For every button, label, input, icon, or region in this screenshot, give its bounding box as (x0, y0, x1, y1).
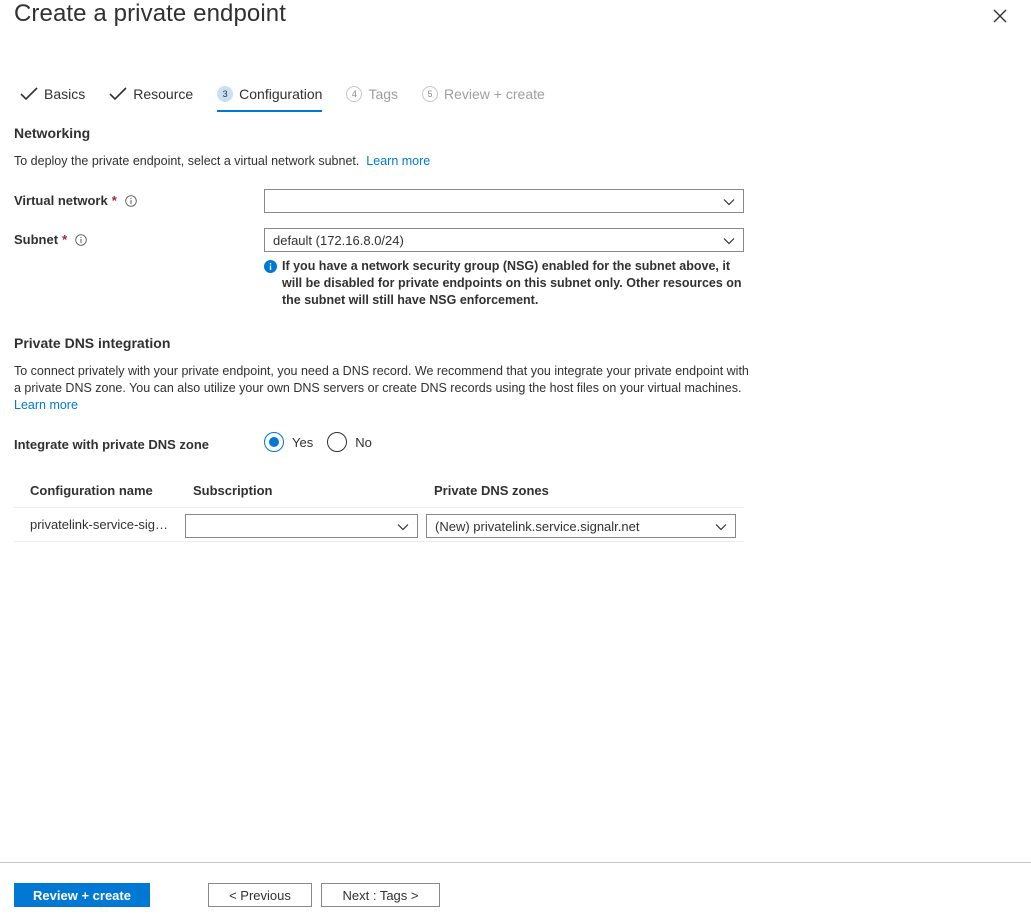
networking-heading: Networking (14, 125, 91, 141)
previous-button[interactable]: < Previous (208, 883, 312, 907)
step-number: 3 (217, 86, 234, 102)
column-header-configuration-name: Configuration name (30, 483, 153, 498)
subscription-dropdown[interactable] (185, 514, 418, 538)
info-filled-icon (264, 260, 277, 273)
dns-description: To connect privately with your private e… (14, 363, 749, 414)
radio-no[interactable]: No (327, 432, 372, 452)
grid-divider (14, 541, 744, 542)
networking-description-text: To deploy the private endpoint, select a… (14, 154, 360, 168)
chevron-down-icon (723, 199, 735, 206)
networking-description: To deploy the private endpoint, select a… (14, 153, 430, 170)
tab-review-create[interactable]: 5 Review + create (422, 82, 545, 106)
info-icon[interactable] (75, 233, 87, 246)
dns-learn-more-link[interactable]: Learn more (14, 398, 78, 412)
integrate-dns-label: Integrate with private DNS zone (14, 437, 210, 452)
tab-label: Configuration (239, 86, 323, 102)
step-number: 4 (346, 86, 363, 102)
tab-tags[interactable]: 4 Tags (346, 82, 398, 106)
networking-learn-more-link[interactable]: Learn more (366, 154, 430, 168)
radio-label: No (355, 434, 372, 450)
review-create-button[interactable]: Review + create (14, 883, 150, 907)
next-tags-button[interactable]: Next : Tags > (321, 883, 440, 907)
radio-circle (327, 432, 348, 452)
tab-configuration[interactable]: 3 Configuration (217, 82, 323, 112)
configuration-name-cell: privatelink-service-signalr-net (30, 517, 175, 532)
subnet-value: default (172.16.8.0/24) (273, 232, 404, 248)
radio-circle (264, 432, 284, 452)
radio-label: Yes (292, 434, 314, 450)
dns-heading: Private DNS integration (14, 335, 171, 351)
virtual-network-label: Virtual network * (14, 193, 137, 208)
grid-divider (14, 507, 744, 508)
radio-yes[interactable]: Yes (264, 432, 313, 452)
virtual-network-dropdown[interactable] (264, 189, 744, 213)
tab-label: Basics (44, 86, 86, 102)
page-title: Create a private endpoint (14, 0, 287, 27)
tab-label: Resource (133, 86, 194, 102)
column-header-subscription: Subscription (193, 483, 273, 498)
required-marker: * (62, 232, 68, 247)
virtual-network-label-text: Virtual network (14, 193, 108, 208)
private-dns-zone-value: (New) privatelink.service.signalr.net (435, 518, 640, 534)
info-icon[interactable] (124, 194, 137, 207)
chevron-down-icon (397, 524, 409, 531)
chevron-down-icon (723, 238, 735, 245)
nsg-note-text: If you have a network security group (NS… (282, 259, 742, 307)
required-marker: * (111, 193, 117, 208)
tab-label: Tags (368, 86, 399, 102)
subnet-label: Subnet * (14, 232, 87, 247)
dns-description-text: To connect privately with your private e… (14, 364, 749, 395)
private-dns-zone-dropdown[interactable]: (New) privatelink.service.signalr.net (426, 514, 736, 538)
integrate-dns-radio-group: Yes No (264, 432, 386, 452)
footer-divider (0, 862, 1031, 863)
tab-resource[interactable]: Resource (109, 82, 193, 106)
close-button[interactable] (990, 6, 1010, 26)
chevron-down-icon (715, 524, 727, 531)
tab-label: Review + create (444, 86, 545, 102)
step-number: 5 (422, 86, 439, 102)
column-header-private-dns-zones: Private DNS zones (434, 483, 549, 498)
subnet-dropdown[interactable]: default (172.16.8.0/24) (264, 228, 744, 252)
wizard-tabs: Basics Resource 3 Configuration 4 Tags 5… (20, 82, 569, 112)
subnet-label-text: Subnet (14, 232, 59, 247)
tab-basics[interactable]: Basics (20, 82, 85, 106)
checkmark-icon (109, 87, 127, 101)
close-icon (993, 9, 1007, 23)
checkmark-icon (20, 87, 38, 101)
nsg-info-note: If you have a network security group (NS… (264, 258, 744, 309)
